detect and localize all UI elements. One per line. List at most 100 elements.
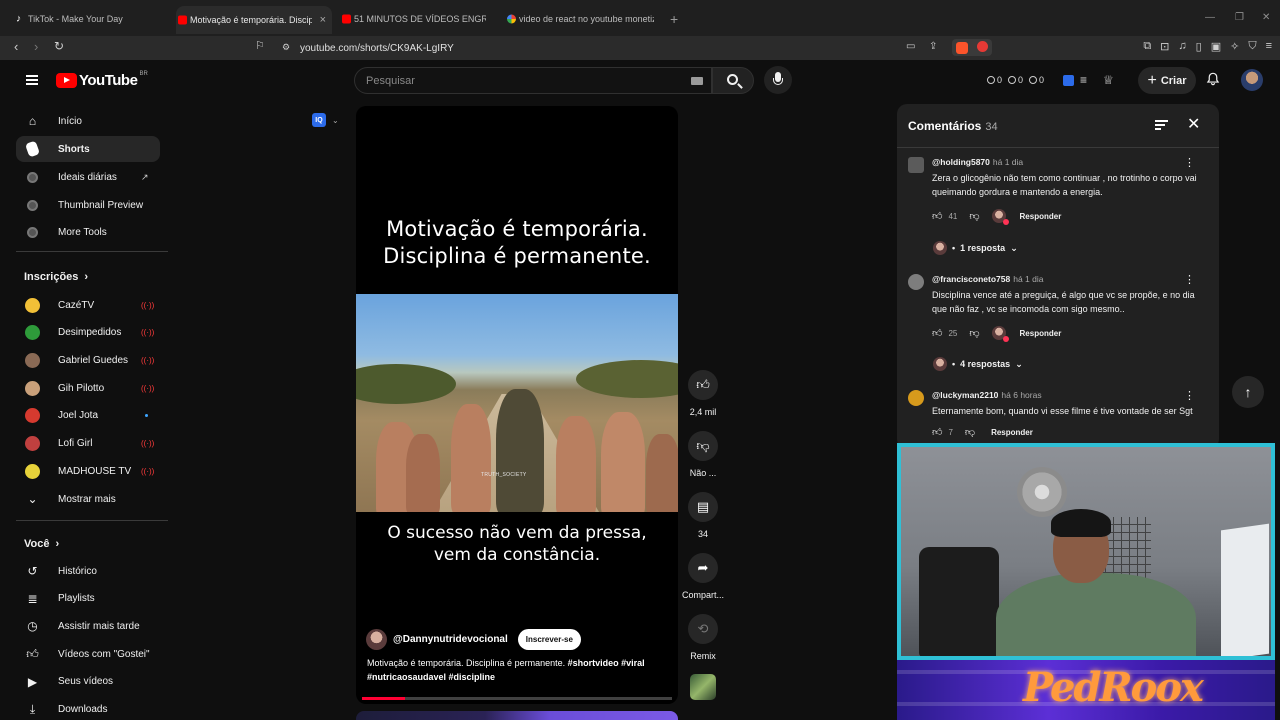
remix-button[interactable]: ⟲ Remix	[686, 614, 720, 661]
share-icon[interactable]: ⇪	[929, 41, 937, 52]
home-icon: ⌂	[28, 114, 37, 128]
leo-icon[interactable]: ✧	[1230, 40, 1239, 53]
view-replies-button[interactable]: • 4 respostas ⌄	[933, 357, 1023, 371]
sidebar-item-you[interactable]: ▶ Seus vídeos	[16, 669, 160, 695]
search-button[interactable]	[712, 67, 754, 94]
thumbs-down-icon[interactable]: 👎︎	[969, 327, 979, 339]
reply-button[interactable]: Responder	[991, 428, 1033, 437]
sidebar-subscription-item[interactable]: Desimpedidos ((·))	[16, 320, 160, 346]
show-more-button[interactable]: ⌄ Mostrar mais	[16, 486, 160, 512]
close-icon[interactable]: ✕	[1187, 114, 1200, 134]
thumbs-down-icon[interactable]: 👎︎	[965, 426, 975, 438]
sidebar-item-you[interactable]: ◷ Assistir mais tarde	[16, 613, 160, 639]
voice-search-button[interactable]	[764, 66, 792, 94]
cast-icon[interactable]: ▭	[906, 41, 915, 52]
brave-shields-icon[interactable]	[952, 39, 992, 56]
search-input[interactable]: Pesquisar	[354, 67, 712, 94]
like-button[interactable]: 👍︎ 2,4 mil	[686, 370, 720, 417]
subscriptions-heading[interactable]: Inscrições ›	[24, 271, 88, 283]
back-icon[interactable]: ‹	[14, 39, 18, 54]
more-options-icon[interactable]: ⋮	[1184, 156, 1195, 169]
subscribe-button[interactable]: Inscrever-se	[517, 629, 581, 650]
bell-icon[interactable]	[1206, 72, 1220, 86]
reload-icon[interactable]: ↻	[54, 39, 64, 53]
sidebar-subscription-item[interactable]: Gabriel Guedes ((·))	[16, 347, 160, 373]
commenter-avatar[interactable]	[908, 157, 924, 173]
site-info-icon[interactable]: ⚙	[282, 42, 290, 53]
comments-button[interactable]: ▤ 34	[686, 492, 720, 539]
commenter-avatar[interactable]	[908, 390, 924, 406]
caption-hashtags[interactable]: #shortvideo #viral	[568, 658, 645, 668]
dislike-button[interactable]: 👎︎ Não ...	[686, 431, 720, 478]
share-button[interactable]: ➦ Compart...	[682, 553, 724, 600]
vpn-icon[interactable]: ⛉	[1248, 40, 1256, 53]
comment-author[interactable]: @luckyman2210 há 6 horas	[932, 390, 1042, 400]
sidebar-item-you[interactable]: ⤓ Downloads	[16, 697, 160, 720]
wallet-icon[interactable]: ▣	[1211, 40, 1221, 53]
sidebar-subscription-item[interactable]: Lofi Girl ((·))	[16, 431, 160, 457]
sidebar-item-thumbnail-preview[interactable]: Thumbnail Preview	[16, 192, 160, 218]
sidebar-subscription-item[interactable]: MADHOUSE TV ((·))	[16, 458, 160, 484]
more-options-icon[interactable]: ⋮	[1184, 273, 1195, 286]
sort-icon[interactable]	[1155, 120, 1168, 130]
sidebar-item-more-tools[interactable]: More Tools	[16, 219, 160, 245]
maximize-icon[interactable]: ❐	[1235, 12, 1244, 23]
comments-panel: Comentários 34 ✕ @holding5870 há 1 dia ⋮ Z…	[897, 104, 1219, 449]
reply-button[interactable]: Responder	[1020, 212, 1062, 221]
menu-icon[interactable]	[26, 75, 38, 85]
keyboard-icon[interactable]	[691, 77, 703, 85]
short-video-player[interactable]: Motivação é temporária. Disciplina é per…	[356, 106, 678, 704]
tab-title: Motivação é temporária. Disciplin	[190, 15, 312, 25]
menu-icon[interactable]: ≡	[1266, 40, 1272, 53]
sidebar-item-you[interactable]: ≣ Playlists	[16, 586, 160, 612]
commenter-avatar[interactable]	[908, 274, 924, 290]
thumbs-up-icon[interactable]: 👍︎	[932, 426, 942, 438]
vidiq-chip[interactable]: IQ ⌄	[312, 112, 350, 128]
browser-tab-tiktok[interactable]: ♪ TikTok - Make Your Day	[14, 8, 174, 30]
reply-button[interactable]: Responder	[1020, 329, 1062, 338]
thumbs-up-icon[interactable]: 👍︎	[932, 210, 942, 222]
avatar[interactable]	[1241, 69, 1263, 91]
music-icon[interactable]: ♫	[1178, 40, 1186, 53]
comment-author[interactable]: @francisconeto758 há 1 dia	[932, 274, 1043, 284]
youtube-play-icon	[56, 73, 77, 88]
channel-avatar[interactable]	[366, 629, 387, 650]
video-progress-bar[interactable]	[362, 697, 672, 700]
close-tab-icon[interactable]: ×	[320, 14, 326, 26]
browser-tab-google[interactable]: video de react no youtube monetiza	[505, 8, 655, 30]
sidebar-item-shorts[interactable]: Shorts	[16, 136, 160, 162]
caption-hashtags[interactable]: #nutricaosaudavel #discipline	[367, 672, 495, 682]
forward-icon[interactable]: ›	[34, 39, 38, 54]
screenshot-icon[interactable]: ⊡	[1160, 40, 1169, 53]
sidebar-subscription-item[interactable]: CazéTV ((·))	[16, 292, 160, 318]
new-tab-icon[interactable]: +	[670, 11, 678, 27]
bookmark-icon[interactable]: ⚐	[255, 39, 265, 52]
you-heading[interactable]: Você ›	[24, 538, 59, 550]
close-window-icon[interactable]: ✕	[1262, 12, 1270, 23]
audio-thumbnail[interactable]	[690, 674, 716, 700]
channel-name[interactable]: @Dannynutridevocional	[393, 634, 508, 645]
browser-tab-videos[interactable]: 51 MINUTOS DE VÍDEOS ENGRAÇAD	[340, 8, 490, 30]
list-icon[interactable]: ≡	[1080, 73, 1087, 87]
browser-tab-active[interactable]: Motivação é temporária. Disciplin ×	[176, 6, 332, 34]
sidebar-icon[interactable]: ▯	[1196, 40, 1202, 53]
create-button[interactable]: + Criar	[1138, 67, 1196, 94]
comment-author[interactable]: @holding5870 há 1 dia	[932, 157, 1023, 167]
vidiq-icon[interactable]	[1063, 75, 1074, 86]
minimize-icon[interactable]: —	[1205, 12, 1215, 23]
view-replies-button[interactable]: • 1 resposta ⌄	[933, 241, 1018, 255]
youtube-logo[interactable]: YouTube BR	[56, 71, 148, 89]
sidebar-item-you[interactable]: ↺ Histórico	[16, 558, 160, 584]
more-options-icon[interactable]: ⋮	[1184, 389, 1195, 402]
sidebar-item-ideais-diarias[interactable]: Ideais diárias ↗	[16, 164, 160, 190]
sidebar-subscription-item[interactable]: Gih Pilotto ((·))	[16, 375, 160, 401]
trophy-icon[interactable]: ♕	[1103, 73, 1114, 87]
sidebar-item-you[interactable]: 👍︎ Vídeos com "Gostei"	[16, 641, 160, 667]
previous-short-button[interactable]: ↑	[1232, 376, 1264, 408]
sidebar-item-home[interactable]: ⌂ Início	[16, 108, 160, 134]
puzzle-icon[interactable]: ⧉	[1143, 40, 1151, 53]
sidebar-subscription-item[interactable]: Joel Jota	[16, 403, 160, 429]
thumbs-down-icon[interactable]: 👎︎	[969, 210, 979, 222]
next-short-preview[interactable]	[356, 711, 678, 720]
thumbs-up-icon[interactable]: 👍︎	[932, 327, 942, 339]
